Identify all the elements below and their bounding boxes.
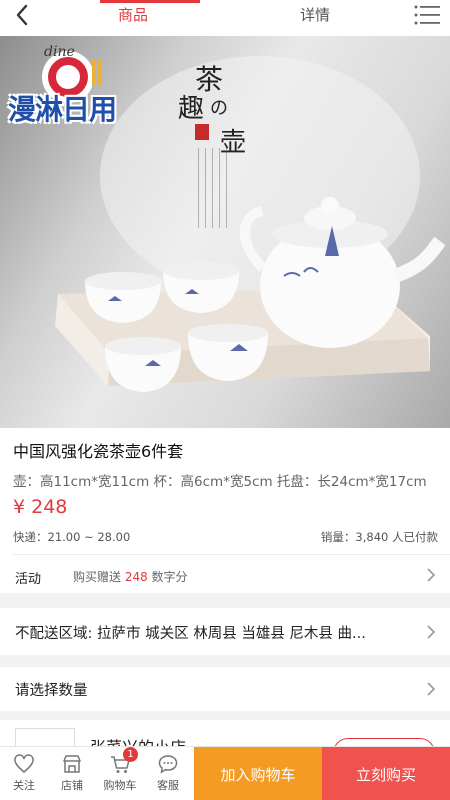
- active-tab-indicator: [100, 0, 200, 3]
- no-delivery-region-label: 不配送区域: 拉萨市 城关区 林周县 当雄县 尼木县 曲...: [15, 626, 366, 642]
- cart-label: 购物车: [103, 779, 137, 792]
- product-title: 中国风强化瓷茶壶6件套: [13, 442, 184, 461]
- sales-count: 销量：3,840 人已付款: [320, 530, 438, 544]
- store-icon: [63, 755, 81, 773]
- chevron-right-icon[interactable]: [426, 567, 436, 583]
- chevron-left-icon[interactable]: [10, 2, 36, 28]
- chevron-right-icon: [427, 682, 436, 696]
- buy-now-button[interactable]: 立刻购买: [322, 747, 450, 800]
- chevron-right-icon: [427, 625, 436, 639]
- store-button[interactable]: 店铺: [50, 753, 94, 793]
- heart-icon: [14, 754, 34, 773]
- promo-suffix: 数字分: [147, 570, 188, 584]
- poem-seal: [195, 124, 209, 140]
- promo-label: 活动: [15, 572, 42, 587]
- promo-text[interactable]: 购买赠送 248 数字分: [73, 568, 188, 585]
- promo-prefix: 购买赠送: [73, 570, 125, 584]
- promo-points: 248: [124, 570, 148, 584]
- poem-title-2: 趣: [178, 94, 205, 124]
- product-info-card: 中国风强化瓷茶壶6件套 壶：高11cm*宽11cm 杯：高6cm*宽5cm 托盘…: [0, 428, 450, 593]
- add-to-cart-button[interactable]: 加入购物车: [194, 747, 322, 800]
- poem-title-3: の: [210, 98, 228, 119]
- select-quantity-label: 请选择数量: [15, 683, 88, 699]
- store-label: 店铺: [61, 779, 83, 792]
- cart-button[interactable]: 1 购物车: [98, 747, 142, 793]
- tab-goods[interactable]: 商品: [118, 4, 148, 25]
- follow-label: 关注: [13, 779, 35, 792]
- chat-bubble-icon: [158, 755, 178, 774]
- divider: [13, 554, 450, 555]
- product-spec: 壶：高11cm*宽11cm 杯：高6cm*宽5cm 托盘：长24cm*宽17cm: [13, 474, 427, 490]
- cart-count-badge: 1: [123, 747, 138, 762]
- service-label: 客服: [157, 779, 179, 792]
- product-price: ¥ 248: [13, 496, 68, 518]
- top-nav-bar: 商品 详情: [0, 0, 450, 36]
- svg-text:dine: dine: [44, 44, 75, 60]
- tab-detail[interactable]: 详情: [300, 4, 330, 25]
- delivery-fee: 快递：21.00 ~ 28.00: [13, 530, 131, 544]
- brand-name: 漫淋日用: [8, 93, 117, 126]
- no-delivery-region-row[interactable]: 不配送区域: 拉萨市 城关区 林周县 当雄县 尼木县 曲...: [0, 608, 450, 655]
- poem-lines: [198, 148, 228, 228]
- list-menu-icon[interactable]: [414, 5, 440, 25]
- customer-service-button[interactable]: 客服: [146, 753, 190, 793]
- bottom-action-bar: 关注 店铺 1 购物车 客服 加入购物车 立刻购买: [0, 746, 450, 800]
- select-quantity-row[interactable]: 请选择数量: [0, 667, 450, 711]
- follow-button[interactable]: 关注: [2, 753, 46, 793]
- product-image-carousel[interactable]: dine 漫淋日用 茶 趣 の 壶: [0, 36, 450, 428]
